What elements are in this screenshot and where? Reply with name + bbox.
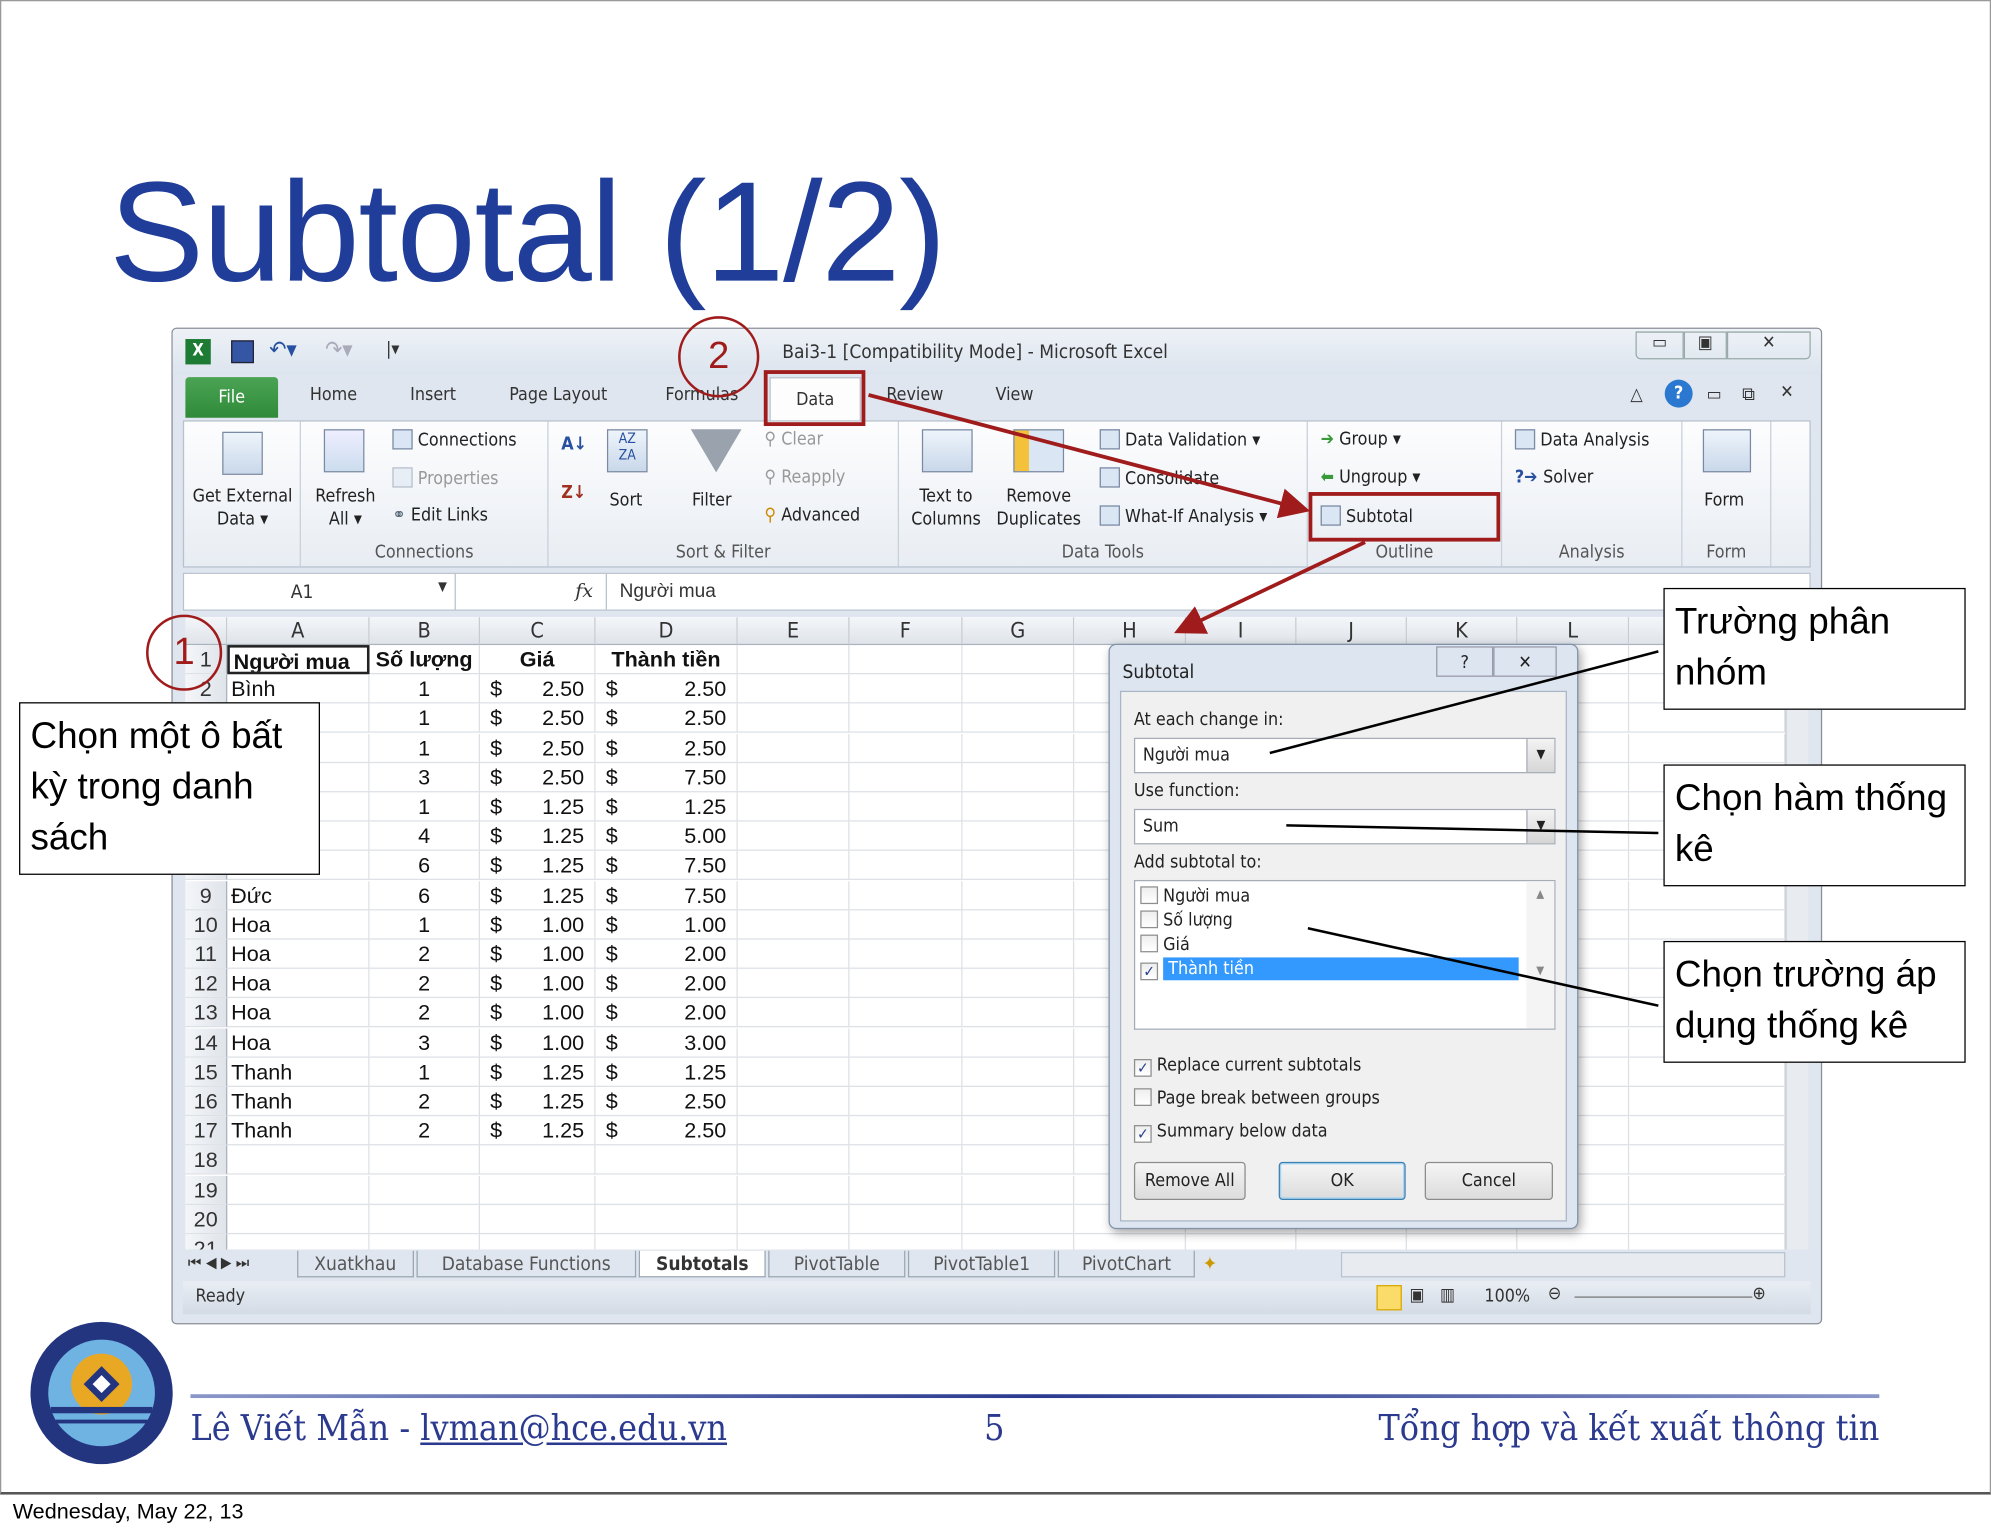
footer-author: Lê Viết Mẫn - lvman@hce.edu.vn — [190, 1406, 728, 1449]
data-tab-highlight — [763, 370, 866, 427]
arrow-subtotal-to-dialog — [1174, 540, 1366, 634]
pointer-line-function — [1286, 824, 1659, 835]
callout-group-field: Trường phân nhóm — [1663, 587, 1966, 710]
subtotal-button-highlight — [1308, 492, 1501, 542]
page-number: 5 — [984, 1406, 1005, 1449]
slide: Subtotal (1/2) X ↶▾ ↷▾ |▾ Bai3-1 [Compat… — [0, 0, 1991, 1533]
pointer-line-group-field — [1269, 650, 1659, 755]
date-label: Wednesday, May 22, 13 — [12, 1499, 244, 1524]
college-logo — [30, 1321, 173, 1465]
step-2-marker: 2 — [678, 316, 760, 398]
pointer-line-fields — [1307, 926, 1659, 1007]
callout-choose-function: Chọn hàm thống kê — [1663, 764, 1966, 887]
author-email-link[interactable]: lvman@hce.edu.vn — [420, 1407, 727, 1449]
footer-topic: Tổng hợp và kết xuất thông tin — [1378, 1406, 1880, 1449]
callout-select-cell: Chọn một ô bất kỳ trong danh sách — [19, 702, 320, 875]
arrow-data-to-subtotal — [868, 393, 1311, 519]
callout-choose-fields: Chọn trường áp dụng thống kê — [1663, 940, 1966, 1063]
footer-rule — [190, 1394, 1880, 1399]
step-1-marker: 1 — [146, 614, 223, 691]
